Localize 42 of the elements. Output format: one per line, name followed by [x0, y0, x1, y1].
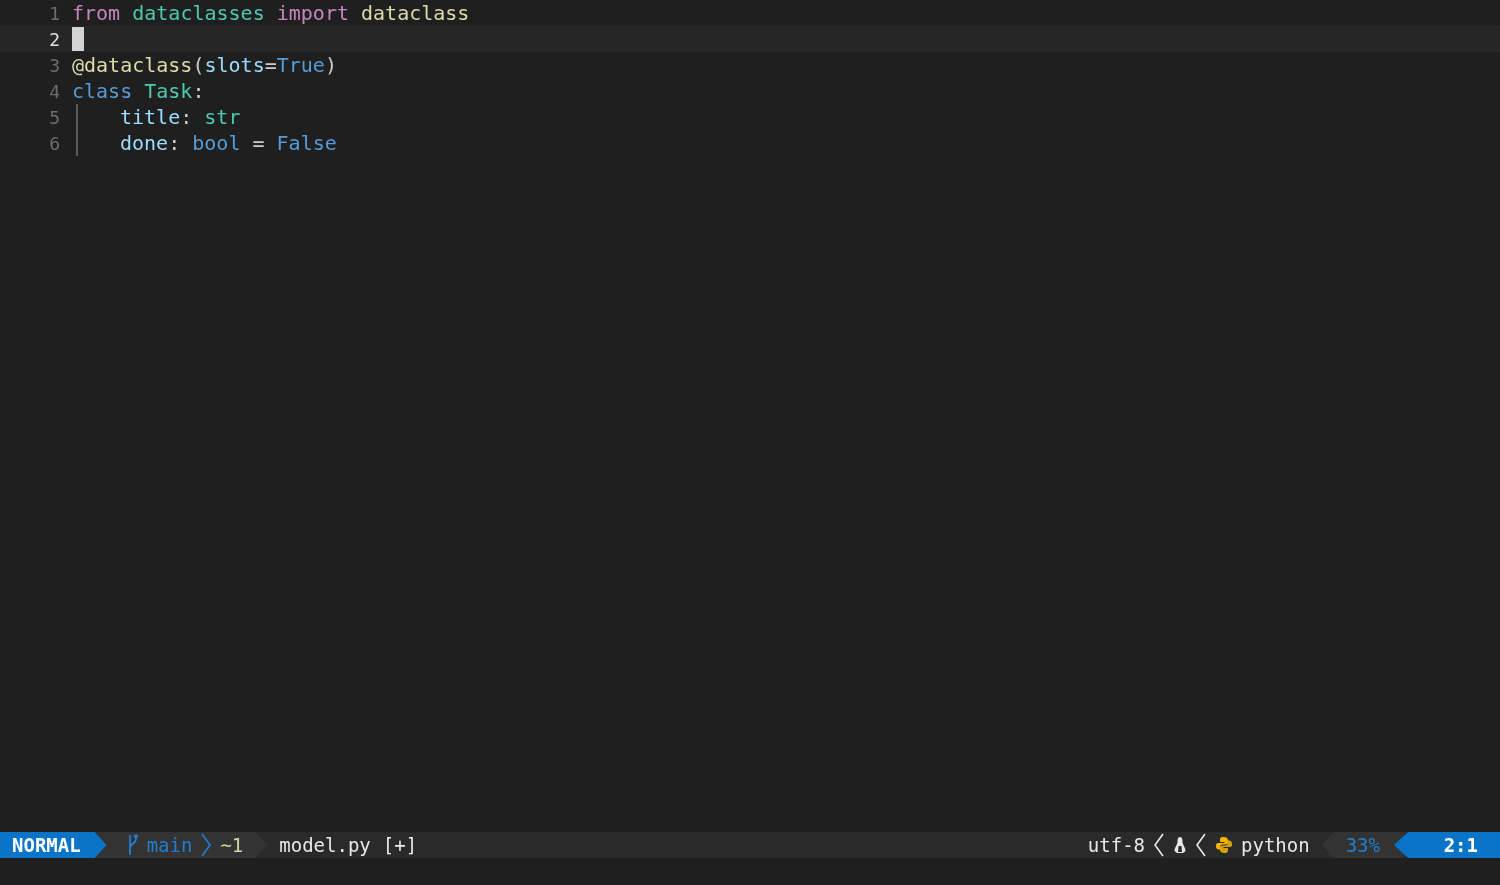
code-token: = [264, 53, 277, 77]
code-token: from [72, 1, 122, 25]
line-number: 4 [48, 80, 60, 102]
python-icon [1215, 836, 1234, 854]
file-type: python [1241, 834, 1310, 856]
file-encoding: utf-8 [1087, 834, 1146, 856]
diff-count: ~1 [220, 834, 244, 856]
code-token: dataclasses [132, 1, 266, 25]
code-token: str [204, 105, 241, 129]
code-token: : [180, 105, 194, 129]
branch-name: main [146, 834, 193, 856]
line-number: 5 [48, 106, 60, 128]
code-token: slots [204, 53, 265, 77]
code-token: ( [192, 53, 205, 77]
code-token: Task [144, 79, 193, 103]
mode-indicator: NORMAL [0, 832, 107, 858]
code-token: ) [324, 53, 337, 77]
file-name: model.py [279, 834, 371, 856]
code-token: = [251, 131, 266, 155]
penguin-icon [1173, 836, 1188, 854]
code-token: bool [192, 131, 241, 155]
code-token: : [168, 131, 182, 155]
line-number: 6 [48, 132, 60, 154]
code-token: dataclass [361, 1, 470, 25]
chevron-icon [1153, 833, 1166, 857]
cursor-position: 2:1 [1394, 832, 1500, 858]
code-token: True [276, 53, 325, 77]
line-number: 1 [48, 2, 60, 24]
git-branch-icon [126, 834, 139, 856]
chevron-icon [1195, 833, 1208, 857]
code-token: import [276, 1, 350, 25]
modified-label: [+] [382, 834, 418, 856]
code-token: False [276, 131, 337, 155]
line-number: 3 [48, 54, 60, 76]
code-token: done [120, 131, 169, 155]
line-number: 2 [48, 28, 60, 50]
code-token: class [72, 79, 134, 103]
chevron-icon [200, 833, 213, 857]
code-token: @dataclass [72, 53, 193, 77]
cursor [72, 27, 84, 51]
code-token: title [120, 105, 181, 129]
code-token: : [192, 79, 205, 103]
